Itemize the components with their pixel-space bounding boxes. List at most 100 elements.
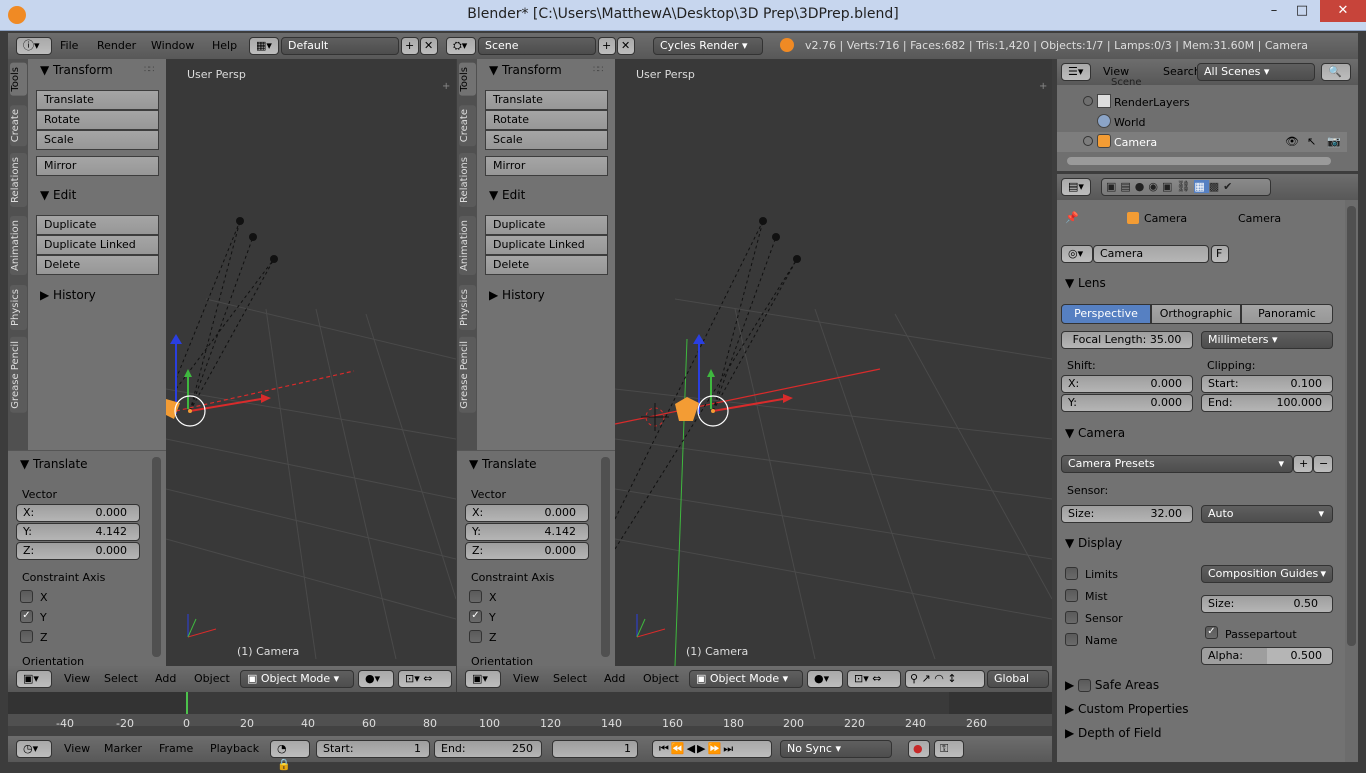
selectable-arrow-icon[interactable]: ↖ bbox=[1307, 135, 1316, 148]
sensor-fit-select[interactable]: Auto ▾ bbox=[1201, 505, 1333, 523]
constraint-x-checkbox[interactable] bbox=[469, 590, 482, 603]
translate-button[interactable]: Translate bbox=[36, 90, 159, 110]
mist-checkbox[interactable] bbox=[1065, 589, 1078, 602]
scale-button[interactable]: Scale bbox=[36, 130, 159, 150]
outliner-item-scene[interactable]: Scene bbox=[1111, 77, 1142, 88]
menu-file[interactable]: File bbox=[56, 37, 82, 55]
timeline-area[interactable] bbox=[8, 692, 1052, 736]
tab-relations[interactable]: Relations bbox=[459, 153, 476, 207]
edit-panel-header[interactable]: ▼ Edit bbox=[489, 188, 525, 202]
properties-scrollbar[interactable] bbox=[1347, 206, 1356, 646]
vector-y-field[interactable]: Y: 4.142 bbox=[465, 523, 589, 541]
delete-button[interactable]: Delete bbox=[485, 255, 608, 275]
pin-icon[interactable]: 📌 bbox=[1065, 211, 1079, 224]
transform-panel-header[interactable]: ▼ Transform bbox=[40, 63, 113, 77]
operator-header[interactable]: ▼ Translate bbox=[469, 457, 537, 471]
outliner-filter-select[interactable]: All Scenes ▾ bbox=[1197, 63, 1315, 81]
outliner-item-camera[interactable]: Camera bbox=[1114, 136, 1157, 149]
mode-select[interactable]: ▣ Object Mode ▾ bbox=[240, 670, 354, 688]
transform-orientation-select[interactable]: Global bbox=[987, 670, 1049, 688]
scene-field[interactable]: Scene bbox=[478, 37, 596, 55]
menu-view[interactable]: View bbox=[60, 740, 94, 758]
editor-type-button[interactable]: ☰▾ bbox=[1061, 63, 1091, 81]
visibility-eye-icon[interactable]: 👁 bbox=[1285, 135, 1299, 148]
keying-button[interactable]: ⚿ bbox=[934, 740, 964, 758]
remove-scene-button[interactable]: ✕ bbox=[617, 37, 635, 55]
lens-perspective-button[interactable]: Perspective bbox=[1061, 304, 1151, 324]
constraint-y-checkbox[interactable]: ✓ bbox=[469, 610, 482, 623]
tab-create[interactable]: Create bbox=[10, 105, 27, 147]
tab-create[interactable]: Create bbox=[459, 105, 476, 147]
clip-start-field[interactable]: Start: 0.100 bbox=[1201, 375, 1333, 393]
menu-select[interactable]: Select bbox=[549, 670, 591, 688]
close-button[interactable]: ✕ bbox=[1320, 0, 1366, 22]
pivot-snap-buttons[interactable]: ⊡▾ ⇔ bbox=[398, 670, 452, 688]
sensor-checkbox[interactable] bbox=[1065, 611, 1078, 624]
menu-frame[interactable]: Frame bbox=[155, 740, 197, 758]
add-layout-button[interactable]: + bbox=[401, 37, 419, 55]
record-button[interactable]: ● bbox=[908, 740, 930, 758]
editor-type-button[interactable]: ◷▾ bbox=[16, 740, 52, 758]
clip-end-field[interactable]: End: 100.000 bbox=[1201, 394, 1333, 412]
expand-icon[interactable] bbox=[1083, 96, 1093, 106]
current-frame-marker[interactable] bbox=[186, 692, 188, 714]
passepartout-checkbox[interactable]: ✓ bbox=[1205, 626, 1218, 639]
remove-preset-button[interactable]: − bbox=[1313, 455, 1333, 473]
lens-orthographic-button[interactable]: Orthographic bbox=[1151, 304, 1241, 324]
operator-scrollbar[interactable] bbox=[601, 457, 610, 657]
menu-view[interactable]: View bbox=[60, 670, 94, 688]
constraint-y-checkbox[interactable]: ✓ bbox=[20, 610, 33, 623]
tab-tools[interactable]: Tools bbox=[10, 63, 27, 96]
datablock-name-field[interactable]: Camera bbox=[1093, 245, 1209, 263]
display-panel-header[interactable]: ▼ Display bbox=[1065, 536, 1122, 550]
transform-panel-header[interactable]: ▼ Transform bbox=[489, 63, 562, 77]
history-panel-header[interactable]: ▶ History bbox=[40, 288, 96, 302]
mirror-button[interactable]: Mirror bbox=[36, 156, 159, 176]
menu-view[interactable]: View bbox=[509, 670, 543, 688]
end-frame-field[interactable]: End: 250 bbox=[434, 740, 542, 758]
expand-icon[interactable]: + bbox=[442, 81, 450, 92]
vector-x-field[interactable]: X: 0.000 bbox=[465, 504, 589, 522]
history-panel-header[interactable]: ▶ History bbox=[489, 288, 545, 302]
property-context-tabs[interactable]: ▣▤●◉▣⛓▦▩✔ bbox=[1101, 178, 1271, 196]
operator-scrollbar[interactable] bbox=[152, 457, 161, 657]
editor-type-button[interactable]: ▤▾ bbox=[1061, 178, 1091, 196]
fake-user-button[interactable]: F bbox=[1211, 245, 1229, 263]
lens-panel-header[interactable]: ▼ Lens bbox=[1065, 276, 1106, 290]
edit-panel-header[interactable]: ▼ Edit bbox=[40, 188, 76, 202]
preview-range-buttons[interactable]: ◔ 🔒 bbox=[270, 740, 310, 771]
tab-animation[interactable]: Animation bbox=[10, 216, 27, 275]
menu-add[interactable]: Add bbox=[151, 670, 180, 688]
add-preset-button[interactable]: + bbox=[1293, 455, 1313, 473]
scene-icon[interactable]: ⛭▾ bbox=[446, 37, 476, 55]
editor-type-button[interactable]: ▣▾ bbox=[16, 670, 52, 688]
current-frame-field[interactable]: 1 bbox=[552, 740, 638, 758]
duplicate-button[interactable]: Duplicate bbox=[485, 215, 608, 235]
shading-select[interactable]: ●▾ bbox=[358, 670, 394, 688]
pivot-snap-buttons[interactable]: ⊡▾ ⇔ bbox=[847, 670, 901, 688]
mirror-button[interactable]: Mirror bbox=[485, 156, 608, 176]
rotate-button[interactable]: Rotate bbox=[485, 110, 608, 130]
mode-select[interactable]: ▣ Object Mode ▾ bbox=[689, 670, 803, 688]
sensor-size-field[interactable]: Size: 32.00 bbox=[1061, 505, 1193, 523]
shading-select[interactable]: ●▾ bbox=[807, 670, 843, 688]
panel-grip-icon[interactable]: ∷∷ bbox=[593, 65, 604, 75]
tab-grease-pencil[interactable]: Grease Pencil bbox=[10, 337, 27, 413]
menu-playback[interactable]: Playback bbox=[206, 740, 263, 758]
menu-select[interactable]: Select bbox=[100, 670, 142, 688]
constraint-z-checkbox[interactable] bbox=[20, 630, 33, 643]
editor-type-button[interactable]: ▣▾ bbox=[465, 670, 501, 688]
outliner-scrollbar[interactable] bbox=[1067, 157, 1331, 165]
composition-guides-select[interactable]: Composition Guides ▾ bbox=[1201, 565, 1333, 583]
alpha-field[interactable]: Alpha: 0.500 bbox=[1201, 647, 1333, 665]
tab-physics[interactable]: Physics bbox=[10, 285, 27, 330]
duplicate-linked-button[interactable]: Duplicate Linked bbox=[485, 235, 608, 255]
shift-x-field[interactable]: X: 0.000 bbox=[1061, 375, 1193, 393]
sync-select[interactable]: No Sync ▾ bbox=[780, 740, 892, 758]
tab-animation[interactable]: Animation bbox=[459, 216, 476, 275]
shift-y-field[interactable]: Y: 0.000 bbox=[1061, 394, 1193, 412]
name-checkbox[interactable] bbox=[1065, 633, 1078, 646]
focal-length-field[interactable]: Focal Length: 35.00 bbox=[1061, 331, 1193, 349]
translate-button[interactable]: Translate bbox=[485, 90, 608, 110]
expand-icon[interactable] bbox=[1083, 136, 1093, 146]
